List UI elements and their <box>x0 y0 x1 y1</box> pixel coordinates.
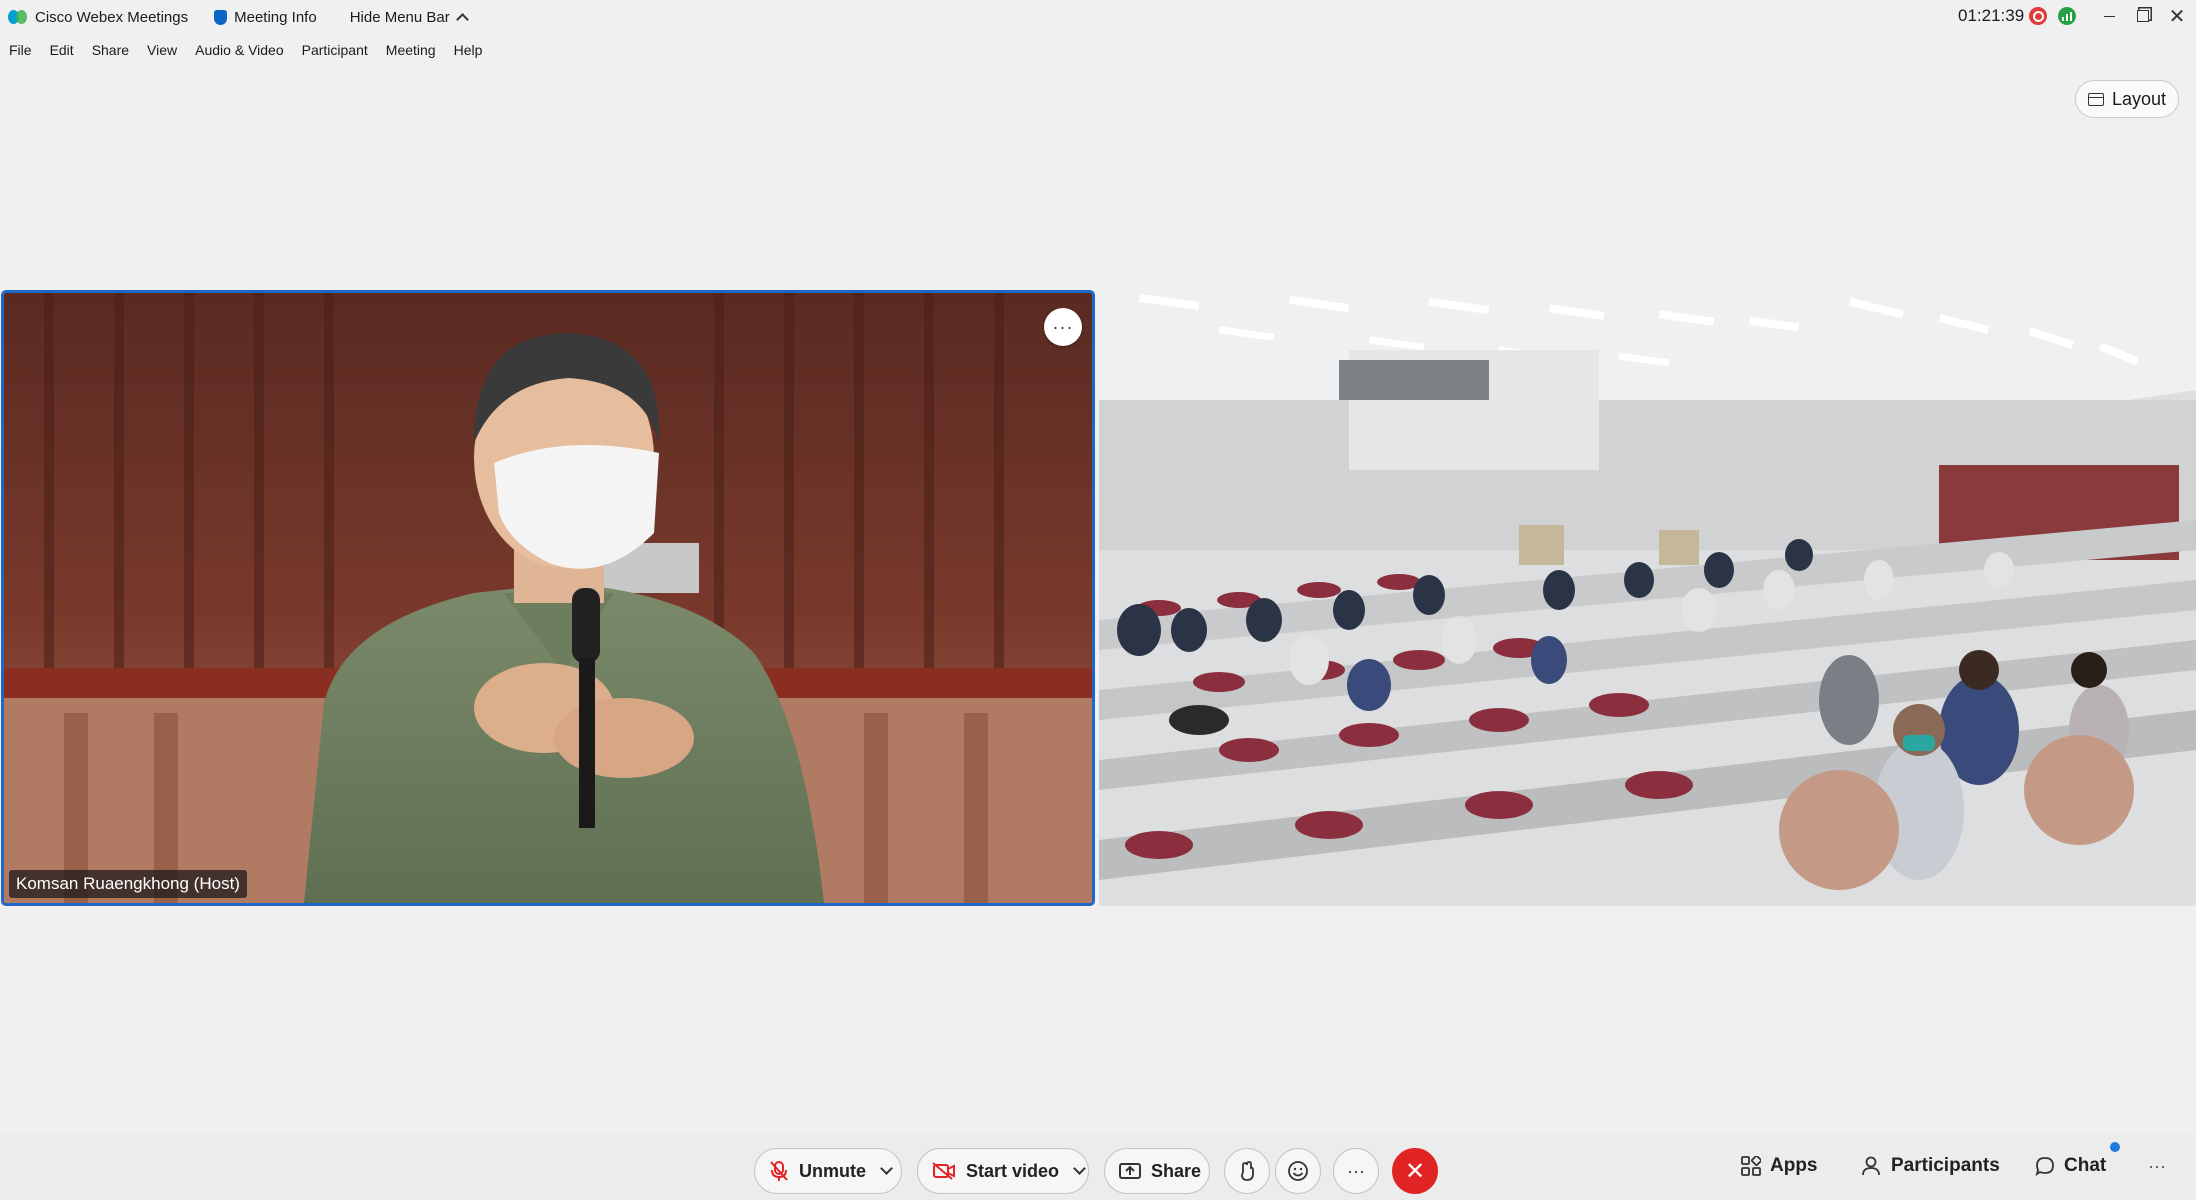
mic-off-icon <box>770 1161 788 1181</box>
reactions-icon <box>1288 1161 1308 1181</box>
apps-label: Apps <box>1770 1155 1818 1176</box>
layout-label: Layout <box>2111 88 2167 109</box>
participants-button[interactable]: Participants <box>1862 1155 2000 1177</box>
raise-hand-icon <box>1241 1161 1254 1181</box>
menu-file[interactable]: File <box>9 42 32 58</box>
chat-icon <box>2035 1157 2054 1176</box>
share-icon <box>1119 1163 1141 1179</box>
app-title[interactable]: Cisco Webex Meetings <box>8 9 188 26</box>
menu-view[interactable]: View <box>147 42 177 58</box>
menu-help[interactable]: Help <box>454 42 483 58</box>
meeting-info-button[interactable]: Meeting Info <box>214 9 317 26</box>
chevron-up-icon <box>455 13 469 26</box>
menu-participant[interactable]: Participant <box>302 42 368 58</box>
camera-off-icon <box>932 1162 955 1180</box>
raise-hand-button[interactable] <box>1224 1148 1270 1194</box>
unmute-button[interactable]: Unmute <box>754 1148 902 1194</box>
more-options-button[interactable]: ··· <box>1333 1148 1379 1194</box>
menu-bar: File Edit Share View Audio & Video Parti… <box>0 38 491 62</box>
start-video-button[interactable]: Start video <box>917 1148 1089 1194</box>
close-window-button[interactable]: ✕ <box>2162 2 2192 30</box>
start-video-label: Start video <box>966 1160 1060 1181</box>
restore-button[interactable] <box>2128 2 2158 30</box>
title-bar: Cisco Webex Meetings Meeting Info Hide M… <box>0 0 2196 34</box>
menu-audio-video[interactable]: Audio & Video <box>195 42 283 58</box>
menu-meeting[interactable]: Meeting <box>386 42 436 58</box>
end-call-icon: ✕ <box>1404 1157 1426 1185</box>
recording-icon[interactable] <box>2029 7 2047 25</box>
meeting-clock: 01:21:39 <box>1958 6 2025 25</box>
end-call-button[interactable]: ✕ <box>1392 1148 1438 1194</box>
app-name: Cisco Webex Meetings <box>35 8 189 26</box>
lecture-hall-video-feed <box>1099 290 2196 906</box>
meeting-info-label: Meeting Info <box>234 8 317 26</box>
apps-icon <box>1741 1156 1761 1176</box>
menu-share[interactable]: Share <box>92 42 129 58</box>
hide-menu-bar-label: Hide Menu Bar <box>349 8 450 26</box>
hide-menu-bar-button[interactable]: Hide Menu Bar <box>349 8 469 26</box>
layout-button[interactable]: Layout <box>2075 80 2179 118</box>
host-video-feed <box>4 293 1092 903</box>
tile-more-button[interactable]: ··· <box>1044 308 1082 346</box>
apps-button[interactable]: Apps <box>1741 1155 1818 1177</box>
network-health-icon[interactable] <box>2058 7 2076 25</box>
minimize-button[interactable] <box>2094 2 2124 30</box>
share-button[interactable]: Share <box>1104 1148 1210 1194</box>
chevron-down-icon[interactable] <box>880 1162 893 1175</box>
chat-button[interactable]: Chat <box>2035 1155 2106 1177</box>
layout-icon <box>2087 92 2104 106</box>
webex-logo-icon <box>8 9 28 25</box>
share-label: Share <box>1151 1160 1202 1181</box>
chevron-down-icon[interactable] <box>1073 1162 1086 1175</box>
room-video-tile[interactable] <box>1099 290 2196 906</box>
chat-label: Chat <box>2064 1155 2107 1176</box>
host-name-label: Komsan Ruaengkhong (Host) <box>9 870 247 898</box>
host-video-tile[interactable]: ··· Komsan Ruaengkhong (Host) <box>1 290 1095 906</box>
reactions-button[interactable] <box>1275 1148 1321 1194</box>
participants-label: Participants <box>1891 1155 2000 1176</box>
shield-icon <box>214 9 228 25</box>
chat-notification-badge <box>2110 1142 2120 1152</box>
participants-icon <box>1862 1156 1880 1176</box>
overflow-menu-button[interactable]: ··· <box>2148 1156 2166 1177</box>
menu-edit[interactable]: Edit <box>50 42 74 58</box>
unmute-label: Unmute <box>799 1160 866 1181</box>
